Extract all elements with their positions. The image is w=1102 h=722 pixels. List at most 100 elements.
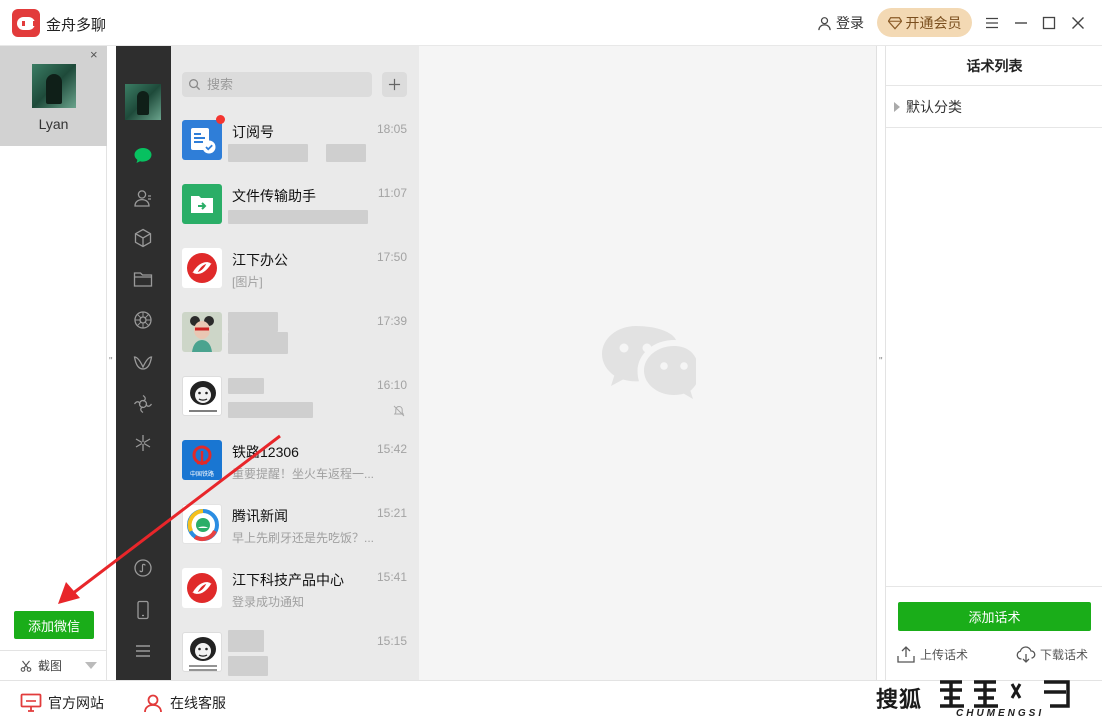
wechat-logo-icon	[602, 326, 696, 399]
search-box[interactable]	[182, 72, 372, 97]
chat-item-jiangxia-tech[interactable]: 江下科技产品中心 15:41 登录成功通知	[171, 556, 419, 620]
blurred-preview	[326, 144, 366, 162]
close-icon[interactable]	[1068, 13, 1088, 33]
phone-icon[interactable]	[132, 599, 154, 621]
chat-time: 16:10	[376, 378, 407, 392]
online-service-label: 在线客服	[170, 695, 226, 711]
meme-avatar	[182, 632, 222, 672]
menu-icon[interactable]	[982, 13, 1002, 33]
search-moments-icon[interactable]	[132, 393, 154, 415]
watermark-glyph-icon	[940, 680, 1070, 708]
watermark-subtitle: CHUMENGSI	[956, 708, 1045, 719]
app-logo-icon	[12, 9, 40, 37]
default-category-item[interactable]: 默认分类	[886, 86, 1102, 128]
mini-program-icon[interactable]	[132, 432, 154, 454]
category-label: 默认分类	[906, 98, 962, 115]
download-script-button[interactable]: 下载话术	[1016, 644, 1088, 664]
blurred-preview	[228, 144, 308, 162]
chat-item-tencent-news[interactable]: 腾讯新闻 15:21 早上先刷牙还是先吃饭？...	[171, 492, 419, 556]
official-website-link[interactable]: 官方网站	[20, 693, 104, 713]
minimize-icon[interactable]	[1011, 13, 1031, 33]
login-button[interactable]: 登录	[817, 13, 864, 33]
chat-item-muted-contact[interactable]: 16:10	[171, 364, 419, 428]
cloud-download-icon	[1016, 646, 1036, 663]
vip-button[interactable]: 开通会员	[877, 8, 972, 37]
chat-preview: 重要提醒！坐火车返程一...	[232, 467, 375, 481]
chat-preview: 早上先刷牙还是先吃饭？...	[232, 531, 375, 545]
script-actions: 添加话术 上传话术 下载话术	[886, 586, 1102, 680]
folder-icon[interactable]	[132, 268, 154, 290]
mini-program-link-icon[interactable]	[132, 557, 154, 579]
monitor-icon	[20, 693, 42, 712]
chat-name: 铁路12306	[232, 444, 299, 460]
chat-main-area	[419, 46, 877, 680]
railway-avatar: 中国铁路	[182, 440, 222, 480]
blurred-name	[228, 378, 264, 394]
add-chat-button[interactable]	[382, 72, 407, 97]
search-icon	[189, 79, 201, 91]
maximize-icon[interactable]	[1039, 13, 1059, 33]
watermark-logo: 搜狐 CHUMENGSI	[874, 672, 1102, 722]
account-column: × Lyan 添加微信 截图	[0, 46, 107, 680]
chat-item-railway[interactable]: 中国铁路 铁路12306 15:42 重要提醒！坐火车返程一...	[171, 428, 419, 492]
channels-icon[interactable]	[132, 352, 154, 374]
unread-badge	[216, 115, 225, 124]
screenshot-button[interactable]: 截图	[0, 650, 107, 680]
add-script-button[interactable]: 添加话术	[898, 602, 1091, 631]
chat-name: 江下科技产品中心	[232, 572, 344, 588]
chat-name: 订阅号	[232, 124, 274, 140]
blurred-preview	[228, 332, 288, 354]
online-service-link[interactable]: 在线客服	[142, 693, 226, 713]
upload-icon	[897, 646, 915, 663]
wechat-profile-avatar[interactable]	[125, 84, 161, 120]
right-collapse-handle[interactable]: "	[879, 356, 883, 367]
title-bar: 金舟多聊 登录 开通会员	[0, 0, 1102, 46]
chat-preview: [图片]	[232, 275, 263, 289]
jiangxia-logo-avatar	[182, 248, 222, 288]
chat-item-blurred-contact[interactable]: 17:39	[171, 300, 419, 364]
chat-items: 订阅号 18:05 文件传输助手 11:07 江下办公 17:50 [图片] 1…	[171, 108, 419, 684]
chat-name: 江下办公	[232, 252, 288, 268]
user-icon	[818, 16, 831, 30]
chat-time: 15:41	[376, 570, 407, 584]
scissors-icon	[20, 660, 32, 672]
account-card[interactable]: × Lyan	[0, 46, 107, 146]
chat-name: 文件传输助手	[232, 188, 316, 204]
account-avatar	[32, 64, 76, 108]
diamond-icon	[887, 16, 902, 30]
account-close-button[interactable]: ×	[90, 47, 98, 62]
official-website-label: 官方网站	[48, 695, 104, 711]
blurred-preview	[228, 402, 313, 418]
girl-avatar	[182, 312, 222, 352]
chat-item-file-transfer[interactable]: 文件传输助手 11:07	[171, 172, 419, 236]
screenshot-dropdown-icon[interactable]	[85, 662, 97, 669]
upload-script-button[interactable]: 上传话术	[896, 644, 968, 664]
search-input[interactable]	[207, 77, 357, 92]
login-label: 登录	[836, 15, 864, 31]
moments-icon[interactable]	[132, 309, 154, 331]
more-menu-icon[interactable]	[132, 640, 154, 662]
cube-icon[interactable]	[132, 227, 154, 249]
chat-time: 17:39	[376, 314, 407, 328]
customer-service-icon	[144, 694, 162, 713]
chat-item-blurred-contact[interactable]: 15:15	[171, 620, 419, 684]
mute-icon	[393, 405, 405, 417]
subscription-avatar	[182, 120, 222, 160]
chat-list-panel: 订阅号 18:05 文件传输助手 11:07 江下办公 17:50 [图片]	[171, 46, 419, 680]
left-collapse-handle[interactable]: "	[109, 356, 113, 367]
chat-time: 17:50	[376, 250, 407, 264]
blurred-preview	[228, 656, 268, 676]
chat-item-jiangxia-office[interactable]: 江下办公 17:50 [图片]	[171, 236, 419, 300]
plus-icon	[388, 78, 401, 91]
add-wechat-button[interactable]: 添加微信	[14, 611, 94, 639]
chat-preview: 登录成功通知	[232, 595, 305, 609]
meme-avatar	[182, 376, 222, 416]
chat-item-subscription[interactable]: 订阅号 18:05	[171, 108, 419, 172]
blurred-preview	[228, 210, 368, 224]
blurred-name	[228, 312, 278, 332]
chat-icon[interactable]	[132, 145, 154, 167]
contacts-icon[interactable]	[132, 187, 154, 209]
script-list-panel: 话术列表 默认分类 添加话术 上传话术 下载话术	[885, 46, 1102, 680]
watermark-brand: 搜狐	[876, 687, 923, 712]
chat-time: 11:07	[377, 186, 407, 200]
